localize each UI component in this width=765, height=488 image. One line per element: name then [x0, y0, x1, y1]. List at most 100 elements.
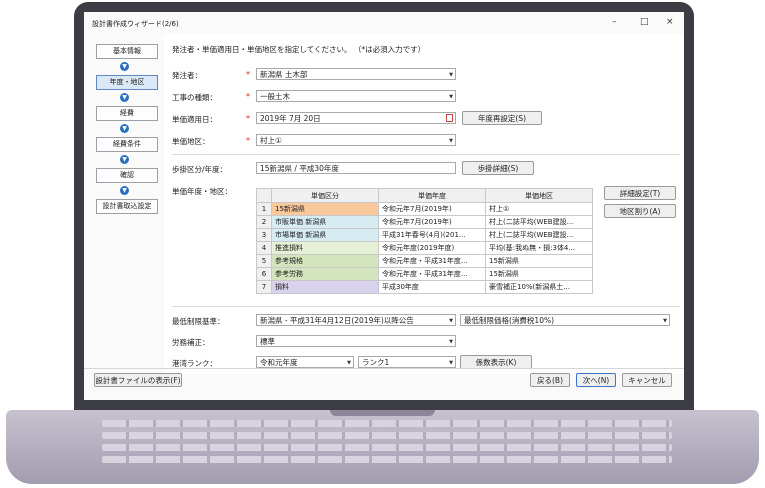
min-limit-label: 最低制限基準：: [172, 317, 225, 326]
labor-value: 標準: [260, 337, 275, 346]
port-rank-select[interactable]: ランク1 ▼: [358, 356, 456, 368]
min-limit-select[interactable]: 新潟県 - 平成31年4月12日(2019年)以降公告 ▼: [256, 314, 456, 326]
step-basic-info[interactable]: 基本情報: [96, 44, 158, 59]
price-category-cell[interactable]: 損料: [271, 280, 379, 294]
port-year-select[interactable]: 令和元年度 ▼: [256, 356, 354, 368]
price-category-cell[interactable]: 15新潟県: [271, 202, 379, 216]
price-area-cell[interactable]: 平均(基:我ぬ無・損:3体4...: [485, 241, 593, 255]
close-icon[interactable]: ×: [666, 17, 674, 27]
step-category-label: 歩掛区分/年度：: [172, 165, 228, 174]
step-year-area[interactable]: 年度・地区: [96, 75, 158, 90]
chevron-down-icon: ▼: [449, 72, 453, 78]
step-category-field[interactable]: 15新潟県 / 平成30年度: [256, 162, 456, 174]
year-reset-button[interactable]: 年度再設定(S): [462, 111, 542, 125]
calendar-icon[interactable]: [446, 114, 453, 122]
price-year-cell[interactable]: 令和元年度(2019年度): [378, 241, 486, 255]
instruction-text: 発注者・単価適用日・単価地区を指定してください。 （*は必須入力です）: [172, 45, 426, 54]
price-year-cell[interactable]: 令和元年7月(2019年): [378, 215, 486, 229]
table-row[interactable]: 4 推進損料 令和元年度(2019年度) 平均(基:我ぬ無・損:3体4...: [256, 241, 593, 255]
row-number: 3: [256, 228, 272, 242]
keyboard-row: [102, 420, 672, 427]
price-date-value: 2019年 7月 20日: [260, 114, 321, 123]
chevron-down-icon: ▼: [449, 318, 453, 324]
step-expense-conditions[interactable]: 経費条件: [96, 137, 158, 152]
work-type-select[interactable]: 一般土木 ▼: [256, 90, 456, 102]
labor-label: 労務補正：: [172, 338, 210, 347]
table-row[interactable]: 1 15新潟県 令和元年7月(2019年) 村上①: [256, 202, 593, 216]
table-header: [256, 188, 272, 203]
cancel-button[interactable]: キャンセル: [622, 373, 672, 387]
table-row[interactable]: 6 参考労務 令和元年度・平成31年度... 15新潟県: [256, 267, 593, 281]
minimize-icon[interactable]: –: [612, 17, 617, 27]
labor-select[interactable]: 標準 ▼: [256, 335, 456, 347]
chevron-down-icon: ▼: [663, 318, 667, 324]
area-select[interactable]: 村上① ▼: [256, 134, 456, 146]
detail-setting-button[interactable]: 詳細設定(T): [604, 186, 676, 200]
price-category-cell[interactable]: 市販単価 新潟県: [271, 215, 379, 229]
step-confirm[interactable]: 確認: [96, 168, 158, 183]
required-mark: *: [246, 92, 250, 101]
price-category-cell[interactable]: 市場単価 新潟県: [271, 228, 379, 242]
table-header: 単価区分: [271, 188, 379, 203]
table-row[interactable]: 2 市販単価 新潟県 令和元年7月(2019年) 村上(二誌平均(WEB建設...: [256, 215, 593, 229]
price-category-cell[interactable]: 推進損料: [271, 241, 379, 255]
title-bar: 設計書作成ウィザード(2/6) – □ ×: [84, 12, 684, 34]
price-table: 単価区分 単価年度 単価地区 1 15新潟県 令和元年7月(2019年) 村上① 2 市販…: [256, 188, 593, 294]
show-design-file-button[interactable]: 設計書ファイルの表示(F): [94, 373, 182, 387]
maximize-icon[interactable]: □: [640, 17, 649, 27]
price-year-cell[interactable]: 平成30年度: [378, 280, 486, 294]
price-year-area-label: 単価年度・地区：: [172, 187, 232, 196]
required-mark: *: [246, 136, 250, 145]
price-area-cell[interactable]: 豪雪補正10%(新潟県土...: [485, 280, 593, 294]
table-row[interactable]: 7 損料 平成30年度 豪雪補正10%(新潟県土...: [256, 280, 593, 294]
coefficient-display-button[interactable]: 係数表示(K): [460, 355, 532, 369]
chevron-down-icon: ▼: [347, 360, 351, 366]
work-type-label: 工事の種類：: [172, 93, 217, 102]
port-rank-value: ランク1: [362, 358, 390, 367]
divider: [172, 154, 680, 155]
min-limit-price-value: 最低制限価格(消費税10%): [464, 316, 555, 325]
table-row[interactable]: 3 市場単価 新潟県 平成31年春号(4月)(201... 村上(二誌平均(WEB建設…: [256, 228, 593, 242]
arrow-down-icon: ▼: [120, 155, 129, 164]
price-area-cell[interactable]: 村上①: [485, 202, 593, 216]
orderer-label: 発注者：: [172, 71, 202, 80]
step-expenses[interactable]: 経費: [96, 106, 158, 121]
divider: [172, 306, 680, 307]
row-number: 6: [256, 267, 272, 281]
price-year-cell[interactable]: 令和元年度・平成31年度...: [378, 254, 486, 268]
chevron-down-icon: ▼: [449, 339, 453, 345]
row-number: 7: [256, 280, 272, 294]
orderer-select[interactable]: 新潟県 土木部 ▼: [256, 68, 456, 80]
window-title: 設計書作成ウィザード(2/6): [92, 20, 179, 28]
keyboard-row: [102, 432, 672, 439]
step-detail-button[interactable]: 歩掛詳細(S): [462, 161, 534, 175]
keyboard-row: [102, 456, 672, 463]
row-number: 2: [256, 215, 272, 229]
chevron-down-icon: ▼: [449, 138, 453, 144]
arrow-down-icon: ▼: [120, 124, 129, 133]
laptop-base: [6, 410, 759, 484]
table-header: 単価地区: [485, 188, 593, 203]
price-category-cell[interactable]: 参考労務: [271, 267, 379, 281]
price-area-cell[interactable]: 村上(二誌平均(WEB建設...: [485, 215, 593, 229]
arrow-down-icon: ▼: [120, 62, 129, 71]
price-year-cell[interactable]: 平成31年春号(4月)(201...: [378, 228, 486, 242]
arrow-down-icon: ▼: [120, 186, 129, 195]
price-year-cell[interactable]: 令和元年度・平成31年度...: [378, 267, 486, 281]
chevron-down-icon: ▼: [449, 94, 453, 100]
step-import-settings[interactable]: 設計書取込設定: [96, 199, 158, 214]
next-button[interactable]: 次へ(N): [576, 373, 616, 387]
step-category-value: 15新潟県 / 平成30年度: [260, 164, 339, 173]
price-date-label: 単価適用日：: [172, 115, 217, 124]
row-number: 1: [256, 202, 272, 216]
price-area-cell[interactable]: 15新潟県: [485, 254, 593, 268]
price-category-cell[interactable]: 参考規格: [271, 254, 379, 268]
area-split-button[interactable]: 地区割り(A): [604, 204, 676, 218]
min-limit-price-select[interactable]: 最低制限価格(消費税10%) ▼: [460, 314, 670, 326]
price-area-cell[interactable]: 15新潟県: [485, 267, 593, 281]
price-year-cell[interactable]: 令和元年7月(2019年): [378, 202, 486, 216]
price-date-picker[interactable]: 2019年 7月 20日: [256, 112, 456, 124]
price-area-cell[interactable]: 村上(二誌平均(WEB建設...: [485, 228, 593, 242]
back-button[interactable]: 戻る(B): [530, 373, 570, 387]
table-row[interactable]: 5 参考規格 令和元年度・平成31年度... 15新潟県: [256, 254, 593, 268]
